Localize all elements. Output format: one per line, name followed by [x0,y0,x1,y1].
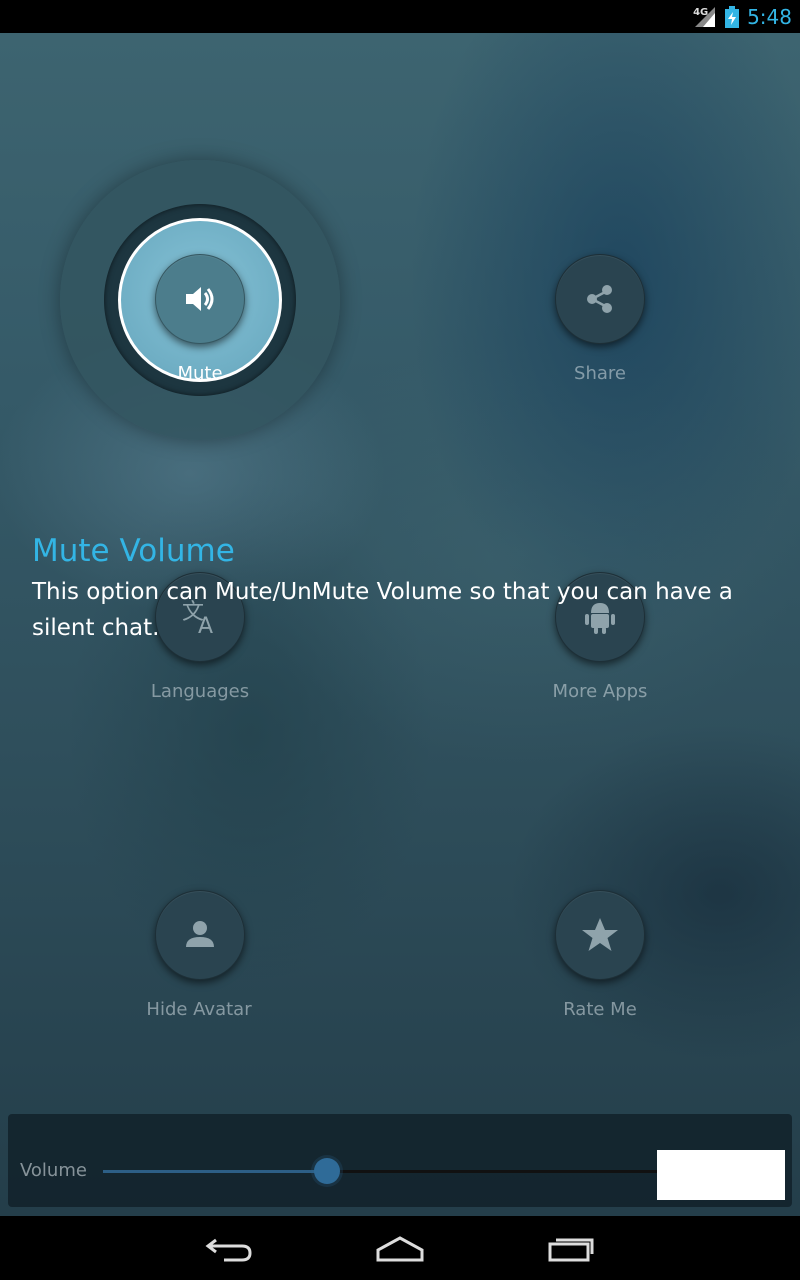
volume-slider-thumb[interactable] [314,1158,340,1184]
mute-button[interactable] [155,254,245,344]
navigation-bar [0,1216,800,1280]
battery-charging-icon [725,5,740,28]
back-icon[interactable] [200,1230,260,1266]
share-button[interactable] [555,254,645,344]
share-label: Share [574,363,626,384]
status-icons: 4G 5:48 [693,0,792,33]
volume-panel: Volume [8,1114,792,1207]
status-bar: 4G 5:48 [0,0,800,33]
rate-me-button[interactable] [555,890,645,980]
more-apps-label: More Apps [552,681,648,702]
home-icon[interactable] [370,1230,430,1266]
volume-label: Volume [20,1160,87,1181]
signal-icon: 4G [693,5,717,29]
person-icon [186,921,214,947]
volume-value-box [657,1150,785,1200]
hint-body: This option can Mute/UnMute Volume so th… [32,579,733,641]
volume-slider[interactable] [103,1158,663,1184]
mute-label: Mute [177,363,223,384]
hint-title: Mute Volume [32,533,235,569]
app-canvas: Mute Share 文 A Languages More Apps Hide … [0,33,800,1216]
hide-avatar-button[interactable] [155,890,245,980]
share-icon [587,285,612,313]
recents-icon[interactable] [542,1230,602,1266]
rate-me-label: Rate Me [563,999,637,1020]
speaker-icon [186,287,214,311]
languages-label: Languages [150,681,250,702]
clock: 5:48 [747,4,792,29]
hide-avatar-label: Hide Avatar [146,999,252,1020]
star-icon [582,918,618,951]
volume-slider-fill [103,1170,327,1173]
